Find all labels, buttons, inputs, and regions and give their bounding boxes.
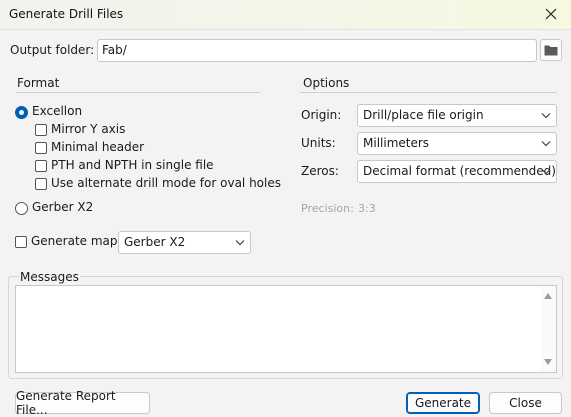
output-folder-label: Output folder: xyxy=(10,43,95,57)
output-folder-value: Fab/ xyxy=(102,43,127,57)
precision-label: Precision: xyxy=(301,202,354,215)
format-divider xyxy=(16,92,260,93)
messages-scrollbar[interactable] xyxy=(541,286,556,372)
zeros-select[interactable]: Decimal format (recommended) xyxy=(357,160,557,183)
minimal-header-label: Minimal header xyxy=(51,140,145,154)
title-bar: Generate Drill Files xyxy=(0,0,571,30)
zeros-value: Decimal format (recommended) xyxy=(363,164,556,178)
output-folder-input[interactable]: Fab/ xyxy=(97,39,537,62)
excellon-radio[interactable] xyxy=(15,106,28,119)
close-window-button[interactable] xyxy=(539,3,563,25)
messages-heading: Messages xyxy=(19,270,80,284)
pth-npth-single-file-checkbox[interactable] xyxy=(35,160,47,172)
close-label: Close xyxy=(509,396,542,410)
mirror-y-label: Mirror Y axis xyxy=(51,122,126,136)
close-icon xyxy=(545,8,557,20)
pth-npth-single-file-label: PTH and NPTH in single file xyxy=(51,158,214,172)
units-label: Units: xyxy=(301,136,336,150)
generate-report-label: Generate Report File... xyxy=(16,389,116,417)
generate-label: Generate xyxy=(414,396,472,410)
messages-textarea[interactable] xyxy=(15,285,557,373)
chevron-down-icon xyxy=(541,141,551,147)
browse-folder-button[interactable] xyxy=(540,39,562,61)
close-button[interactable]: Close xyxy=(489,392,562,414)
scroll-down-icon[interactable] xyxy=(544,359,552,365)
chevron-down-icon xyxy=(235,240,245,246)
generate-map-label: Generate map: xyxy=(31,234,122,248)
generate-button[interactable]: Generate xyxy=(406,392,480,414)
map-format-select[interactable]: Gerber X2 xyxy=(118,231,251,254)
origin-select[interactable]: Drill/place file origin xyxy=(357,104,557,127)
zeros-label: Zeros: xyxy=(301,164,339,178)
generate-map-checkbox[interactable] xyxy=(15,236,27,248)
generate-report-button[interactable]: Generate Report File... xyxy=(15,389,150,417)
alternate-drill-mode-checkbox[interactable] xyxy=(35,178,47,190)
map-format-value: Gerber X2 xyxy=(124,235,186,249)
units-select[interactable]: Millimeters xyxy=(357,132,557,155)
alternate-drill-mode-label: Use alternate drill mode for oval holes xyxy=(51,176,281,190)
folder-icon xyxy=(544,45,558,56)
options-heading: Options xyxy=(303,76,350,90)
minimal-header-checkbox[interactable] xyxy=(35,142,47,154)
excellon-label: Excellon xyxy=(32,104,83,118)
gerber-x2-radio[interactable] xyxy=(15,202,28,215)
scroll-up-icon[interactable] xyxy=(544,293,552,299)
options-divider xyxy=(300,92,557,93)
chevron-down-icon xyxy=(541,169,551,175)
format-heading: Format xyxy=(17,76,60,90)
units-value: Millimeters xyxy=(363,136,430,150)
mirror-y-checkbox[interactable] xyxy=(35,124,47,136)
precision-value: 3:3 xyxy=(358,202,376,215)
chevron-down-icon xyxy=(541,113,551,119)
origin-value: Drill/place file origin xyxy=(363,108,484,122)
origin-label: Origin: xyxy=(301,108,342,122)
window-title: Generate Drill Files xyxy=(9,7,124,21)
gerber-x2-label: Gerber X2 xyxy=(32,200,94,214)
